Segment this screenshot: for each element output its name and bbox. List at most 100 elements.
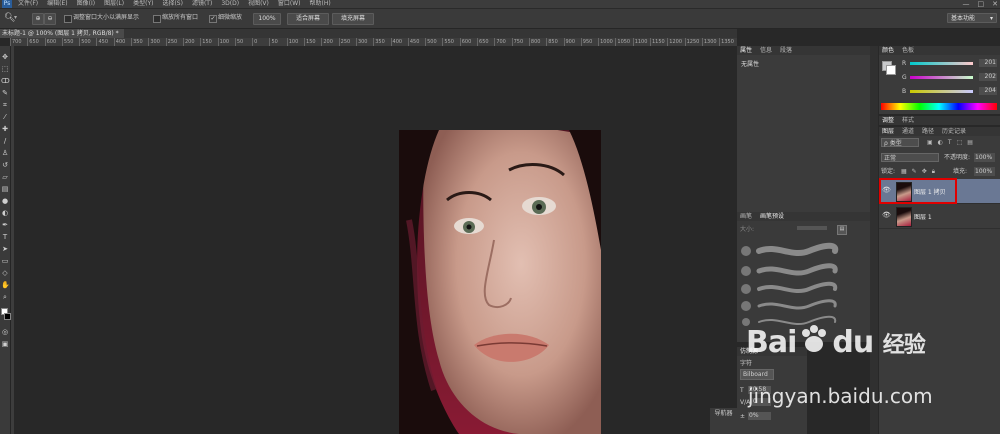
panel-tab[interactable]: 颜色	[882, 46, 894, 55]
eye-icon[interactable]: 👁︎	[882, 211, 891, 219]
panel-tab[interactable]: 段落	[780, 46, 792, 55]
fit-screen-button[interactable]: 适合屏幕	[287, 13, 329, 25]
panel-tab[interactable]: 历史记录	[942, 127, 966, 136]
panel-tab[interactable]: 画笔预设	[760, 212, 784, 221]
menu-item[interactable]: 图层(L)	[104, 0, 124, 8]
clone-stamp-tool-icon[interactable]: ♙	[1, 149, 9, 157]
type-tool-icon[interactable]: T	[1, 233, 9, 241]
panel-tab[interactable]: 图层	[882, 127, 894, 136]
menu-item[interactable]: 滤镜(T)	[192, 0, 212, 8]
panel-tab[interactable]: 信息	[760, 46, 772, 55]
document-photo[interactable]	[399, 130, 601, 434]
3d-tool-icon[interactable]: ◇	[1, 269, 9, 277]
layer-filter-dropdown[interactable]: ρ 类型	[881, 138, 919, 147]
fill-screen-button[interactable]: 填充屏幕	[332, 13, 374, 25]
workspace-label: 基本功能	[951, 15, 976, 22]
baidu-watermark: Bai du 经验 jingyan.baidu.com	[738, 322, 948, 432]
tool-preset-dropdown-icon[interactable]: ▾	[14, 13, 17, 23]
dodge-tool-icon[interactable]: ◐	[1, 209, 9, 217]
color-swatches-icon[interactable]	[1, 308, 11, 322]
smart-object-filter-icon[interactable]: ▤	[967, 138, 973, 147]
crop-tool-icon[interactable]: ⌗	[1, 101, 9, 109]
path-selection-tool-icon[interactable]: ➤	[1, 245, 9, 253]
menu-item[interactable]: 图像(I)	[77, 0, 95, 8]
brush-size-slider[interactable]	[797, 226, 827, 230]
minimize-icon[interactable]: —	[963, 0, 970, 8]
lock-position-icon[interactable]: ✥	[922, 167, 927, 176]
layer-row[interactable]: 👁︎ 图层 1	[879, 204, 1000, 229]
navigator-panel-button[interactable]: 导航器	[710, 408, 737, 434]
ruler-tick-label: 150	[200, 38, 217, 46]
adjustment-filter-icon[interactable]: ◐	[938, 138, 943, 147]
close-icon[interactable]: ✕	[992, 0, 998, 8]
menu-item[interactable]: 窗口(W)	[278, 0, 301, 8]
lasso-tool-icon[interactable]: ↀ	[1, 77, 10, 85]
pixel-filter-icon[interactable]: ▣	[927, 138, 933, 147]
eraser-tool-icon[interactable]: ▱	[1, 173, 9, 181]
document-tab[interactable]: 未标题-1 @ 100% (图层 1 拷贝, RGB/8) *	[0, 29, 124, 38]
menu-item[interactable]: 类型(Y)	[133, 0, 153, 8]
pen-tool-icon[interactable]: ✒	[1, 221, 9, 229]
healing-brush-tool-icon[interactable]: ✚	[1, 125, 9, 133]
fill-field[interactable]: 100%	[974, 167, 995, 176]
type-filter-icon[interactable]: T	[948, 138, 952, 147]
panel-tab[interactable]: 属性	[740, 46, 752, 55]
gradient-tool-icon[interactable]: ▤	[1, 185, 9, 193]
lock-image-icon[interactable]: ✎	[912, 167, 917, 176]
color-channel-slider[interactable]	[910, 62, 973, 65]
lock-transparent-icon[interactable]: ▦	[901, 167, 907, 176]
menu-item[interactable]: 文件(F)	[18, 0, 38, 8]
move-tool-icon[interactable]: ✥	[1, 53, 9, 61]
panel-tab[interactable]: 色板	[902, 46, 914, 55]
maximize-icon[interactable]: □	[978, 0, 985, 8]
screen-mode-icon[interactable]: ▣	[1, 340, 9, 348]
color-spectrum-bar[interactable]	[881, 103, 997, 110]
panel-tab[interactable]: 通道	[902, 127, 914, 136]
ruler-tick-label: 500	[79, 38, 96, 46]
zoom-in-icon[interactable]: ⊕	[32, 13, 44, 25]
scrubby-zoom-checkbox[interactable]: ✓	[209, 15, 217, 23]
workspace-dropdown[interactable]: 基本功能 ▾	[947, 13, 997, 23]
lock-all-icon[interactable]: 🔒︎	[932, 167, 935, 176]
watermark-cn: 经验	[882, 333, 926, 358]
quick-mask-icon[interactable]: ◎	[1, 328, 9, 336]
color-channel-value[interactable]: 202	[979, 73, 997, 81]
photoshop-logo: Ps	[2, 0, 12, 8]
history-brush-tool-icon[interactable]: ↺	[1, 161, 9, 169]
menu-item[interactable]: 编辑(E)	[47, 0, 67, 8]
menu-item[interactable]: 选择(S)	[162, 0, 183, 8]
quick-selection-tool-icon[interactable]: ✎	[1, 89, 9, 97]
panel-tab[interactable]: 调整	[882, 116, 894, 125]
color-channel-slider[interactable]	[910, 76, 973, 79]
ruler-tick-label: 450	[96, 38, 113, 46]
resize-windows-checkbox[interactable]	[64, 15, 72, 23]
menu-item[interactable]: 帮助(H)	[310, 0, 331, 8]
blend-mode-dropdown[interactable]: 正常	[881, 153, 939, 162]
color-panel: 颜色 色板 R 201 G 202 B 204	[879, 46, 1000, 114]
panel-tab[interactable]: 样式	[902, 116, 914, 125]
menu-item[interactable]: 3D(D)	[221, 0, 239, 8]
hand-tool-icon[interactable]: ✋	[1, 281, 10, 289]
zoom-tool-icon[interactable]: ⌕	[1, 293, 9, 301]
color-channel-value[interactable]: 204	[979, 87, 997, 95]
layer-row[interactable]: 👁︎ 图层 1 拷贝	[879, 178, 1000, 204]
eyedropper-tool-icon[interactable]: ⁄	[1, 113, 9, 121]
opacity-field[interactable]: 100%	[974, 153, 995, 162]
zoom-100-button[interactable]: 100%	[253, 13, 281, 25]
new-brush-icon[interactable]: ▤	[837, 225, 847, 235]
ruler-tick-label: 100	[286, 38, 304, 46]
menu-item[interactable]: 视图(V)	[248, 0, 269, 8]
color-channel-value[interactable]: 201	[979, 59, 997, 67]
shape-filter-icon[interactable]: ⬚	[957, 138, 963, 147]
zoom-out-icon[interactable]: ⊖	[44, 13, 56, 25]
color-channel-slider[interactable]	[910, 90, 973, 93]
marquee-tool-icon[interactable]: ⬚	[1, 65, 9, 73]
blur-tool-icon[interactable]: ●	[1, 197, 9, 205]
zoom-all-checkbox[interactable]	[153, 15, 161, 23]
background-color-swatch[interactable]	[886, 65, 896, 75]
panel-tab[interactable]: 路径	[922, 127, 934, 136]
rectangle-tool-icon[interactable]: ▭	[1, 257, 9, 265]
panel-tab[interactable]: 画笔	[740, 212, 752, 221]
brush-tool-icon[interactable]: /	[1, 137, 9, 145]
tools-panel: ✥ ⬚ ↀ ✎ ⌗ ⁄ ✚ / ♙ ↺ ▱ ▤ ● ◐ ✒ T ➤ ▭ ◇ ✋ …	[0, 46, 11, 434]
